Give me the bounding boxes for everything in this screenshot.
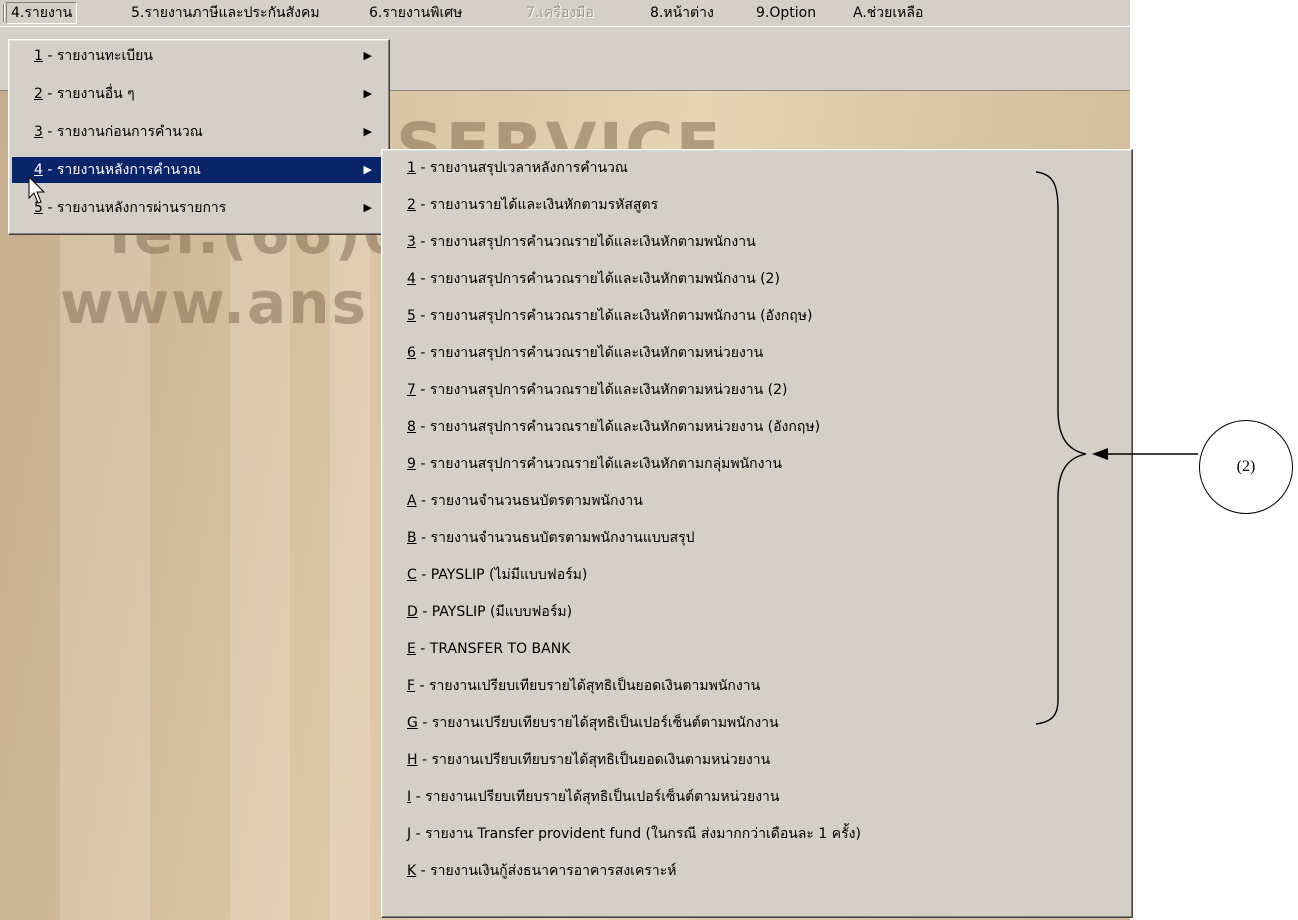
accelerator-key: A xyxy=(407,493,417,509)
submenu-item-a[interactable]: A - รายงานจำนวนธนบัตรตามพนักงาน xyxy=(385,488,1129,516)
menu-item-label: - รายงานสรุปเวลาหลังการคำนวณ xyxy=(415,160,628,176)
accelerator-key: G xyxy=(407,715,418,731)
menu-item-label: - รายงานสรุปการคำนวณรายได้และเงินหักตามห… xyxy=(415,419,821,435)
accelerator-key: 2 xyxy=(34,86,43,102)
accelerator-key: 6 xyxy=(407,345,416,361)
accelerator-key: 8 xyxy=(407,419,416,435)
menu-help[interactable]: A.ช่วยเหลือ xyxy=(853,4,923,22)
menu-item-label: - รายงานก่อนการคำนวณ xyxy=(42,124,203,140)
menu-special-reports[interactable]: 6.รายงานพิเศษ xyxy=(369,4,462,22)
menu-item-label: - รายงานจำนวนธนบัตรตามพนักงาน xyxy=(416,493,643,509)
menu-item-label: - รายงานเปรียบเทียบรายได้สุทธิเป็นเปอร์เ… xyxy=(411,789,780,805)
accelerator-key: 5 xyxy=(407,308,416,324)
menu-option[interactable]: 9.Option xyxy=(756,4,816,22)
mouse-pointer-icon xyxy=(28,176,46,204)
accelerator-key: C xyxy=(407,567,417,583)
menu-window[interactable]: 8.หน้าต่าง xyxy=(650,4,714,22)
menu-item-label: - รายงาน Transfer provident fund (ในกรณี… xyxy=(411,826,861,842)
bracket-annotation xyxy=(1035,171,1198,725)
accelerator-key: D xyxy=(407,604,418,620)
menu-item-label: - รายงานรายได้และเงินหักตามรหัสสูตร xyxy=(415,197,659,213)
menu-item-label: - รายงานทะเบียน xyxy=(42,48,153,64)
submenu-item-6[interactable]: 6 - รายงานสรุปการคำนวณรายได้และเงินหักตา… xyxy=(385,340,1129,368)
accelerator-key: F xyxy=(407,678,416,694)
menu-tax-social-security[interactable]: 5.รายงานภาษีและประกันสังคม xyxy=(131,4,320,22)
menu-item-label: - รายงานเปรียบเทียบรายได้สุทธิเป็นเปอร์เ… xyxy=(417,715,779,731)
menu-item-label: - รายงานหลังการผ่านรายการ xyxy=(42,200,227,216)
submenu-arrow-icon: ▶ xyxy=(363,163,372,176)
accelerator-key: 7 xyxy=(407,382,416,398)
submenu-item-g[interactable]: G - รายงานเปรียบเทียบรายได้สุทธิเป็นเปอร… xyxy=(385,710,1129,738)
accelerator-key: 3 xyxy=(407,234,416,250)
watermark-line-3: www.ans xyxy=(60,269,369,337)
menu-item-label: - PAYSLIP (ไม่มีแบบฟอร์ม) xyxy=(416,567,588,583)
menu-item-label: - รายงานหลังการคำนวณ xyxy=(42,162,201,178)
submenu-item-h[interactable]: H - รายงานเปรียบเทียบรายได้สุทธิเป็นยอดเ… xyxy=(385,747,1129,775)
submenu-item-3[interactable]: 3 - รายงานสรุปการคำนวณรายได้และเงินหักตา… xyxy=(385,229,1129,257)
submenu-arrow-icon: ▶ xyxy=(363,125,372,138)
callout-label: (2) xyxy=(1236,458,1256,475)
submenu-item-k[interactable]: K - รายงานเงินกู้ส่งธนาคารอาคารสงเคราะห์ xyxy=(385,858,1129,886)
submenu-item-e[interactable]: E - TRANSFER TO BANK xyxy=(385,636,1129,664)
menu-item-label: - PAYSLIP (มีแบบฟอร์ม) xyxy=(417,604,573,620)
menu-item-label: - รายงานจำนวนธนบัตรตามพนักงานแบบสรุป xyxy=(416,530,695,546)
submenu-arrow-icon: ▶ xyxy=(363,87,372,100)
submenu-item-9[interactable]: 9 - รายงานสรุปการคำนวณรายได้และเงินหักตา… xyxy=(385,451,1129,479)
accelerator-key: 3 xyxy=(34,124,43,140)
arrow-head xyxy=(1092,448,1108,460)
submenu-arrow-icon: ▶ xyxy=(363,201,372,214)
accelerator-key: E xyxy=(407,641,416,657)
submenu-item-5[interactable]: 5 - รายงานสรุปการคำนวณรายได้และเงินหักตา… xyxy=(385,303,1129,331)
submenu-item-d[interactable]: D - PAYSLIP (มีแบบฟอร์ม) xyxy=(385,599,1129,627)
menu-bar: 4.รายงาน 5.รายงานภาษีและประกันสังคม 6.รา… xyxy=(0,0,1130,27)
submenu-item-i[interactable]: I - รายงานเปรียบเทียบรายได้สุทธิเป็นเปอร… xyxy=(385,784,1129,812)
menu-item-registry-reports[interactable]: 1 - รายงานทะเบียน ▶ xyxy=(12,43,386,69)
menu-tools[interactable]: 7.เครื่องมือ xyxy=(526,4,594,22)
menu-reports[interactable]: 4.รายงาน xyxy=(6,2,78,24)
menu-item-label: - รายงานสรุปการคำนวณรายได้และเงินหักตามพ… xyxy=(415,308,813,324)
menu-item-label: - รายงานสรุปการคำนวณรายได้และเงินหักตามพ… xyxy=(415,271,780,287)
menu-item-label: - รายงานสรุปการคำนวณรายได้และเงินหักตามพ… xyxy=(415,234,756,250)
accelerator-key: 4 xyxy=(407,271,416,287)
reports-dropdown: 1 - รายงานทะเบียน ▶ 2 - รายงานอื่น ๆ ▶ 3… xyxy=(8,39,390,235)
menu-item-other-reports[interactable]: 2 - รายงานอื่น ๆ ▶ xyxy=(12,81,386,107)
accelerator-key: 1 xyxy=(34,48,43,64)
menu-item-label: - TRANSFER TO BANK xyxy=(415,641,571,657)
menu-item-label: - รายงานเปรียบเทียบรายได้สุทธิเป็นยอดเงิ… xyxy=(415,678,761,694)
submenu-item-f[interactable]: F - รายงานเปรียบเทียบรายได้สุทธิเป็นยอดเ… xyxy=(385,673,1129,701)
menu-item-label: - รายงานอื่น ๆ xyxy=(42,86,135,102)
menu-item-pre-calc-reports[interactable]: 3 - รายงานก่อนการคำนวณ ▶ xyxy=(12,119,386,145)
accelerator-key: B xyxy=(407,530,417,546)
accelerator-key: H xyxy=(407,752,418,768)
callout-circle: (2) xyxy=(1199,420,1293,514)
menu-item-label: - รายงานสรุปการคำนวณรายได้และเงินหักตามห… xyxy=(415,382,788,398)
menu-item-label: - รายงานเปรียบเทียบรายได้สุทธิเป็นยอดเงิ… xyxy=(417,752,771,768)
menu-item-label: - รายงานสรุปการคำนวณรายได้และเงินหักตามห… xyxy=(415,345,764,361)
post-calc-submenu: 1 - รายงานสรุปเวลาหลังการคำนวณ 2 - รายงา… xyxy=(381,149,1133,918)
submenu-arrow-icon: ▶ xyxy=(363,49,372,62)
accelerator-key: K xyxy=(407,863,417,879)
accelerator-key: 2 xyxy=(407,197,416,213)
submenu-item-2[interactable]: 2 - รายงานรายได้และเงินหักตามรหัสสูตร xyxy=(385,192,1129,220)
menu-item-label: - รายงานสรุปการคำนวณรายได้และเงินหักตามก… xyxy=(415,456,782,472)
submenu-item-c[interactable]: C - PAYSLIP (ไม่มีแบบฟอร์ม) xyxy=(385,562,1129,590)
menu-bar-grip xyxy=(3,4,5,22)
submenu-item-b[interactable]: B - รายงานจำนวนธนบัตรตามพนักงานแบบสรุป xyxy=(385,525,1129,553)
submenu-item-1[interactable]: 1 - รายงานสรุปเวลาหลังการคำนวณ xyxy=(385,155,1129,183)
submenu-item-j[interactable]: J - รายงาน Transfer provident fund (ในกร… xyxy=(385,821,1129,849)
curly-brace-shape xyxy=(1035,171,1087,725)
menu-item-post-posting-reports[interactable]: 5 - รายงานหลังการผ่านรายการ ▶ xyxy=(12,195,386,221)
menu-item-post-calc-reports[interactable]: 4 - รายงานหลังการคำนวณ ▶ xyxy=(12,157,386,183)
accelerator-key: 9 xyxy=(407,456,416,472)
submenu-item-4[interactable]: 4 - รายงานสรุปการคำนวณรายได้และเงินหักตา… xyxy=(385,266,1129,294)
accelerator-key: 1 xyxy=(407,160,416,176)
submenu-item-8[interactable]: 8 - รายงานสรุปการคำนวณรายได้และเงินหักตา… xyxy=(385,414,1129,442)
menu-item-label: - รายงานเงินกู้ส่งธนาคารอาคารสงเคราะห์ xyxy=(416,863,677,879)
submenu-item-7[interactable]: 7 - รายงานสรุปการคำนวณรายได้และเงินหักตา… xyxy=(385,377,1129,405)
